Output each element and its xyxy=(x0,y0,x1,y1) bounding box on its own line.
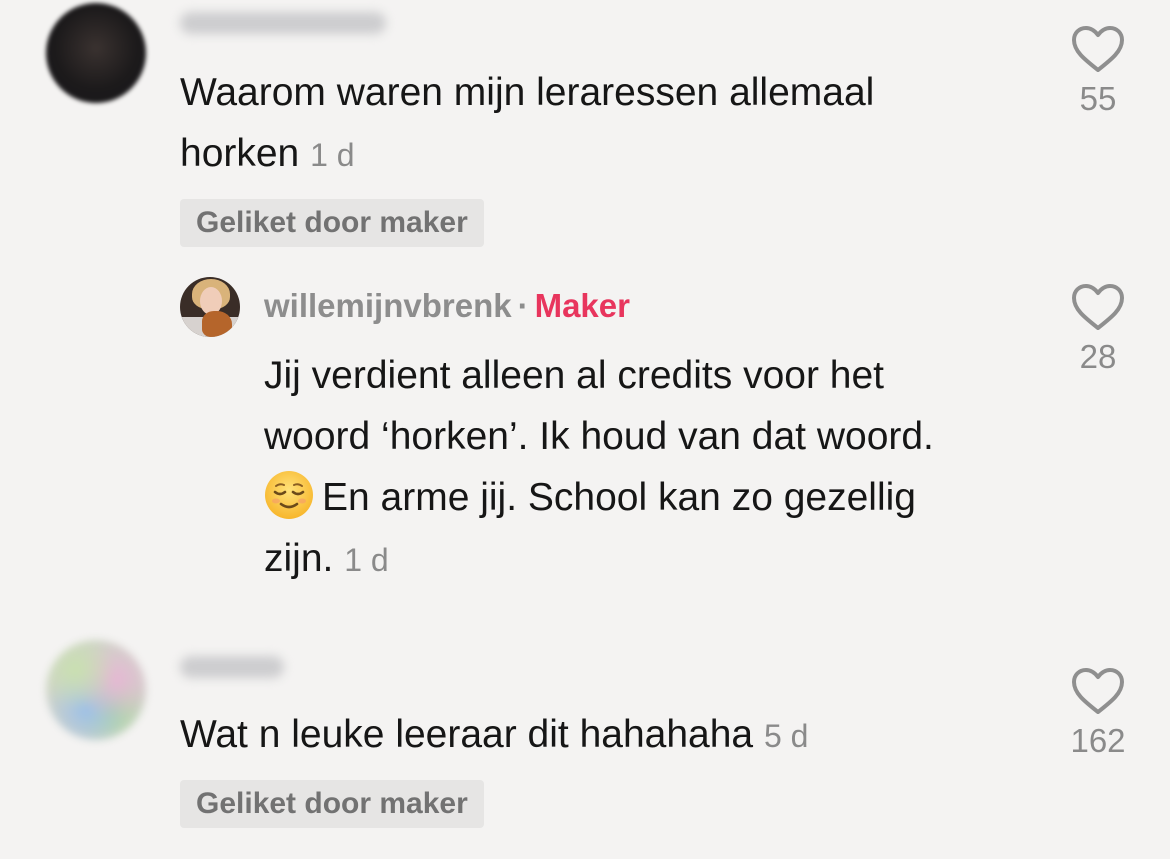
reply-username[interactable]: willemijnvbrenk xyxy=(264,287,512,324)
reply-header: willemijnvbrenk · Maker xyxy=(264,287,630,325)
like-count: 28 xyxy=(1079,338,1117,375)
comment-timestamp: 1 d xyxy=(310,137,355,173)
reply-body: Jij verdient alleen al credits voor het … xyxy=(264,345,1054,591)
like-count: 162 xyxy=(1070,722,1126,759)
reply-text-line: woord ‘horken’. Ik houd van dat woord. xyxy=(264,415,934,458)
comment-text-line: horken xyxy=(180,132,300,175)
liked-by-creator-badge: Geliket door maker xyxy=(180,780,484,828)
comment-text: Wat n leuke leeraar dit hahahaha 5 d xyxy=(180,704,1040,767)
reply-text-line: zijn. xyxy=(264,537,334,580)
relieved-face-emoji xyxy=(265,471,313,519)
comment-text-line: Waarom waren mijn leraressen allemaal xyxy=(180,71,875,114)
like-button[interactable]: 55 xyxy=(1043,24,1153,118)
comment-timestamp: 5 d xyxy=(763,718,809,754)
liked-by-creator-badge: Geliket door maker xyxy=(180,199,484,247)
reply-like-button[interactable]: 28 xyxy=(1043,282,1153,376)
comment-body: Waarom waren mijn leraressen allemaal ho… xyxy=(180,62,1040,186)
heart-outline-icon[interactable] xyxy=(1070,282,1126,332)
heart-outline-icon[interactable] xyxy=(1070,666,1126,716)
comment-body: Wat n leuke leeraar dit hahahaha 5 d xyxy=(180,704,1040,767)
commenter-username-blurred[interactable] xyxy=(180,12,386,34)
commenter-username-blurred[interactable] xyxy=(180,656,284,678)
heart-outline-icon[interactable] xyxy=(1070,24,1126,74)
separator-dot: · xyxy=(517,287,529,324)
reply-text-line: Jij verdient alleen al credits voor het xyxy=(264,354,884,397)
comment-text-line: Wat n leuke leeraar dit hahahaha xyxy=(180,713,754,756)
commenter-avatar[interactable] xyxy=(46,640,146,740)
like-count: 55 xyxy=(1079,80,1117,117)
reply-text-line: En arme jij. School kan zo gezellig xyxy=(322,476,916,519)
reply-text: Jij verdient alleen al credits voor het … xyxy=(264,345,1054,591)
commenter-avatar[interactable] xyxy=(46,3,146,103)
comment-text: Waarom waren mijn leraressen allemaal ho… xyxy=(180,62,1040,186)
reply-timestamp: 1 d xyxy=(344,542,389,578)
reply-avatar[interactable] xyxy=(180,277,240,337)
like-button[interactable]: 162 xyxy=(1043,666,1153,760)
maker-badge: Maker xyxy=(534,287,630,324)
